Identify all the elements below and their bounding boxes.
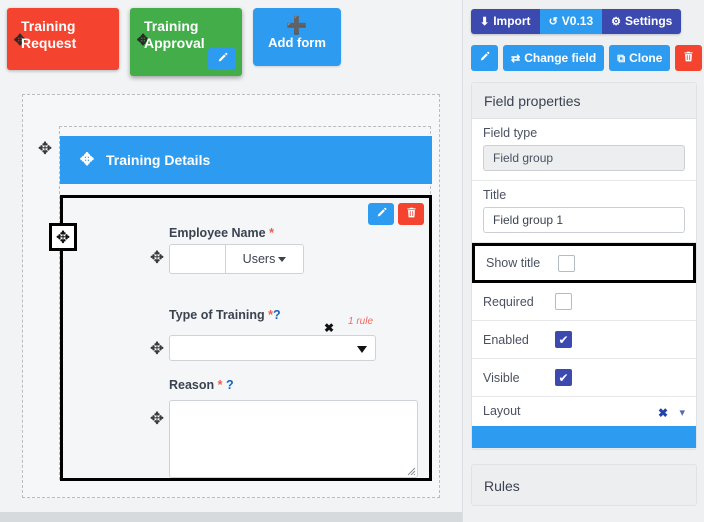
field-group-container: ✥ Training Details ✥ ✥ Employee Name * U… (49, 126, 432, 481)
visible-checkbox[interactable]: ✔ (555, 369, 572, 386)
top-toolbar: ⬇ Import ↺ V0.13 ⚙ Settings (471, 9, 682, 34)
field-group-body: ✥ ✥ Employee Name * Users ✥ Type of Trai… (49, 195, 432, 481)
close-x-icon[interactable]: ✖ (658, 406, 668, 420)
form-tab-label-line2: Approval (144, 35, 205, 51)
move-arrows-icon[interactable]: ✥ (149, 249, 165, 266)
chevron-down-icon (278, 257, 287, 263)
form-tab-strip: ✥ Training Request ✥ Training Approval ➕… (0, 0, 462, 82)
enabled-row: Enabled ✔ (472, 321, 696, 359)
field-group-title: Training Details (106, 152, 211, 168)
field-label-text: Reason (169, 378, 215, 392)
history-icon: ↺ (548, 16, 558, 28)
clone-label: Clone (629, 51, 663, 65)
field-label-reason: Reason * (169, 378, 223, 392)
form-builder-main: ✥ Training Request ✥ Training Approval ➕… (0, 0, 462, 522)
field-label-type-of-training: Type of Training * (169, 308, 273, 322)
download-icon: ⬇ (480, 16, 490, 28)
visible-row: Visible ✔ (472, 359, 696, 397)
reason-textarea[interactable] (169, 400, 418, 478)
horizontal-scrollbar[interactable] (0, 512, 462, 522)
form-tab-training-request[interactable]: ✥ Training Request (7, 8, 119, 70)
copy-icon: ⧉ (617, 53, 626, 65)
field-label-text: Employee Name (169, 226, 266, 240)
edit-field-button[interactable] (471, 45, 498, 71)
layout-label: Layout (483, 404, 521, 418)
required-label: Required (483, 294, 534, 309)
add-form-label: Add form (268, 35, 326, 50)
exchange-icon: ⇄ (511, 53, 521, 65)
form-builder-app: ✥ Training Request ✥ Training Approval ➕… (0, 0, 704, 522)
field-label-employee-name: Employee Name * (169, 226, 274, 240)
enabled-label: Enabled (483, 332, 529, 347)
rule-count-label[interactable]: 1 rule (348, 316, 373, 327)
field-type-label: Field type (483, 126, 538, 140)
move-arrows-icon[interactable]: ✥ (37, 140, 53, 157)
layout-selected-bar[interactable] (472, 426, 696, 448)
show-title-row: Show title (472, 243, 696, 283)
field-group-edit-button[interactable] (368, 203, 394, 225)
required-row: Required (472, 283, 696, 321)
field-label-text: Type of Training (169, 308, 265, 322)
move-arrows-icon[interactable]: ✥ (149, 410, 165, 427)
version-label: V0.13 (561, 14, 594, 28)
change-field-button[interactable]: ⇄ Change field (503, 45, 605, 71)
layout-row: Layout ✖ ▾ (472, 397, 696, 449)
employee-name-source-dropdown[interactable]: Users (226, 245, 303, 273)
settings-button[interactable]: ⚙ Settings (602, 9, 682, 34)
field-group-header[interactable]: ✥ Training Details (60, 136, 432, 184)
show-title-checkbox[interactable] (558, 254, 575, 272)
required-marker: * (217, 378, 223, 392)
title-input[interactable] (483, 207, 685, 233)
gear-icon: ⚙ (611, 16, 622, 28)
plus-icon: ➕ (286, 16, 308, 35)
employee-name-input[interactable] (170, 245, 226, 273)
clone-button[interactable]: ⧉ Clone (609, 45, 671, 71)
employee-name-input-group: Users (169, 244, 304, 274)
help-question-icon[interactable]: ? (273, 308, 281, 322)
change-field-label: Change field (524, 51, 597, 65)
add-form-button[interactable]: ➕ Add form (253, 8, 341, 66)
title-block: Title (472, 181, 696, 243)
rules-panel[interactable]: Rules (471, 464, 697, 506)
visible-label: Visible (483, 370, 520, 385)
settings-label: Settings (625, 14, 673, 28)
form-tab-label-line1: Training (21, 18, 76, 34)
field-action-toolbar: ⇄ Change field ⧉ Clone (471, 45, 703, 71)
show-title-label: Show title (486, 256, 541, 270)
version-button[interactable]: ↺ V0.13 (539, 9, 603, 34)
title-label: Title (483, 188, 507, 202)
move-arrows-icon[interactable]: ✥ (79, 151, 95, 168)
employee-name-source-label: Users (242, 252, 276, 266)
field-type-value: Field group (483, 145, 685, 171)
chevron-down-icon[interactable]: ▾ (679, 406, 685, 419)
import-button[interactable]: ⬇ Import (471, 9, 540, 34)
properties-sidebar: ⬇ Import ↺ V0.13 ⚙ Settings ⇄ Change field ⧉… (462, 0, 704, 522)
field-properties-panel: Field properties Field type Field group … (471, 82, 697, 450)
field-group-delete-button[interactable] (398, 203, 424, 225)
form-tab-label-line2: Request (21, 35, 77, 51)
form-tab-label-line1: Training (144, 18, 199, 34)
pencil-icon[interactable] (208, 48, 236, 70)
help-question-icon[interactable]: ? (226, 378, 234, 392)
chevron-down-icon (357, 346, 367, 353)
delete-field-button[interactable] (675, 45, 703, 71)
import-label: Import (493, 14, 531, 28)
move-arrows-icon[interactable]: ✥ (149, 340, 165, 357)
form-tab-training-approval[interactable]: ✥ Training Approval (130, 8, 242, 76)
field-group-drag-handle[interactable]: ✥ (49, 223, 77, 251)
close-x-icon[interactable]: ✖ (324, 321, 334, 335)
type-of-training-select[interactable] (169, 335, 376, 361)
required-checkbox[interactable] (555, 293, 572, 310)
field-properties-title: Field properties (472, 83, 696, 119)
enabled-checkbox[interactable]: ✔ (555, 331, 572, 348)
field-type-block: Field type Field group (472, 119, 696, 181)
form-canvas: ✥ ✥ Training Details ✥ ✥ Employee Name *… (22, 94, 440, 498)
required-marker: * (269, 226, 274, 240)
